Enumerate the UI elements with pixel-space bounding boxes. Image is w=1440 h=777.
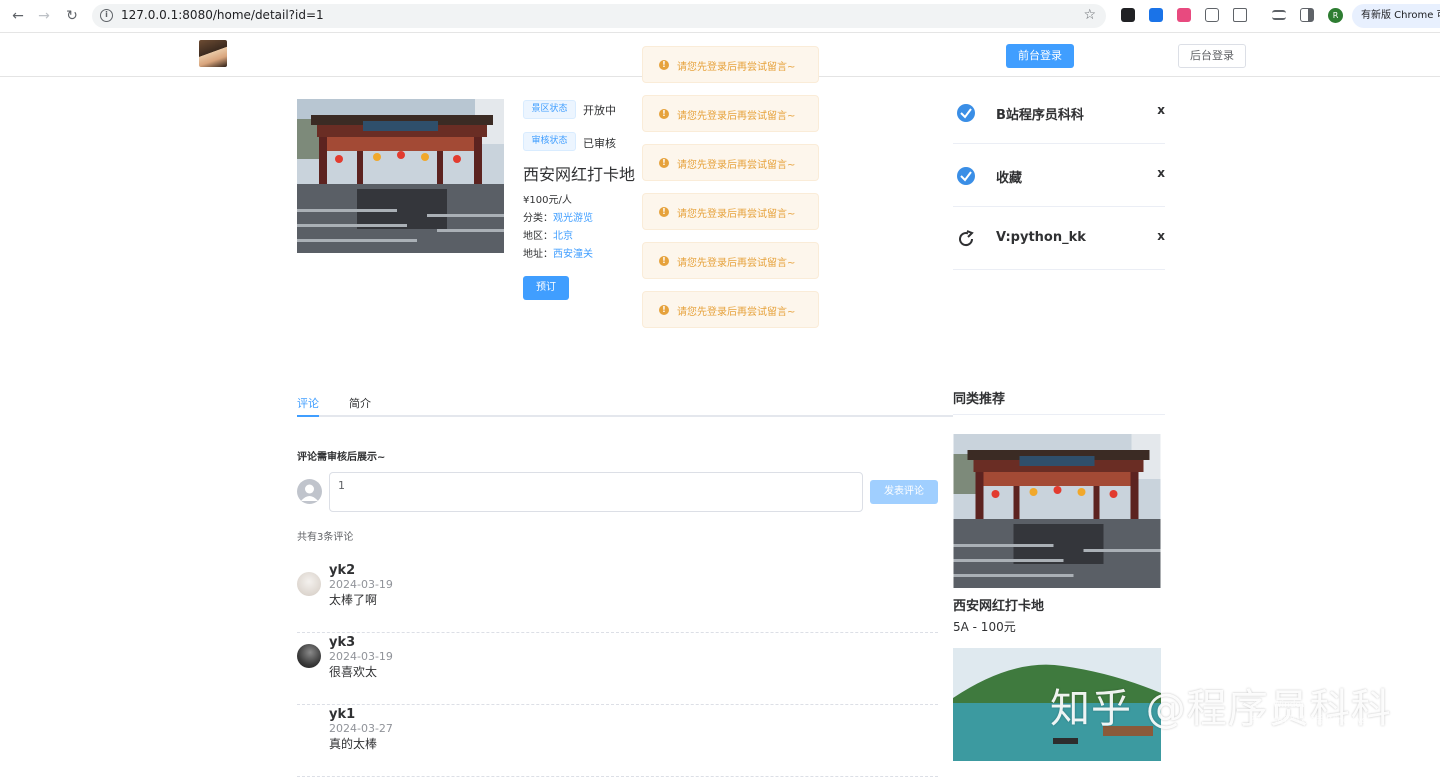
site-logo-avatar[interactable] [199,40,227,67]
front-login-button[interactable]: 前台登录 [1006,44,1074,68]
bookmark-star-icon[interactable]: ☆ [1083,7,1096,23]
category-label: 分类： [523,213,553,224]
region-value: 北京 [553,231,573,242]
toast-text: 请您先登录后再尝试留言~ [677,62,796,73]
warning-icon: ! [659,207,669,217]
windows-activate-title: 激活 Windows [1252,700,1314,710]
comment-note: 评论需审核后展示~ [297,452,386,463]
toast-text: 请您先登录后再尝试留言~ [677,258,796,269]
back-login-button[interactable]: 后台登录 [1178,44,1246,68]
toast-text: 请您先登录后再尝试留言~ [677,160,796,171]
detail-tabs: 评论 简介 [297,388,953,417]
warning-toast: ! 请您先登录后再尝试留言~ [642,95,819,132]
recommend-name[interactable]: 西安网红打卡地 [953,595,1044,614]
browser-toolbar: ← → ↻ i 127.0.0.1:8080/home/detail?id=1 … [0,0,1440,33]
right-list-item[interactable]: V:python_kk x [953,207,1165,270]
warning-icon: ! [659,158,669,168]
comment-text: 真的太棒 [329,737,378,751]
approved-icon [957,167,975,185]
scenic-spot-photo [297,99,504,253]
tab-comments[interactable]: 评论 [297,395,319,411]
warning-icon: ! [659,305,669,315]
close-icon[interactable]: x [1157,103,1165,117]
right-list-label: V:python_kk [996,230,1086,245]
extension-icon[interactable] [1177,8,1191,22]
toast-text: 请您先登录后再尝试留言~ [677,209,796,220]
category-line: 分类：观光游览 [523,209,593,224]
comment-item: yk1 2024-03-27 真的太棒 [297,705,938,777]
address-line: 地址：西安潼关 [523,245,593,260]
right-list-item[interactable]: B站程序员科科 x [953,81,1165,144]
close-icon[interactable]: x [1157,166,1165,180]
warning-toast: ! 请您先登录后再尝试留言~ [642,144,819,181]
url-text[interactable]: 127.0.0.1:8080/home/detail?id=1 [121,8,324,22]
address-label: 地址： [523,249,553,260]
refresh-icon [959,230,974,247]
warning-toast: ! 请您先登录后再尝试留言~ [642,291,819,328]
region-line: 地区：北京 [523,227,573,242]
recommend-title: 同类推荐 [953,388,1165,415]
extensions-puzzle-icon[interactable] [1233,8,1247,22]
comment-count: 共有3条评论 [297,532,354,543]
address-bar[interactable]: i 127.0.0.1:8080/home/detail?id=1 ☆ [92,4,1106,28]
audit-tag: 审核状态 [523,132,576,151]
download-extension-icon[interactable] [1149,8,1163,22]
commenter-avatar [297,644,321,668]
site-info-icon[interactable]: i [100,9,113,22]
right-list-label: B站程序员科科 [996,108,1084,123]
warning-icon: ! [659,256,669,266]
address-value: 西安潼关 [553,249,593,260]
chrome-update-button[interactable]: 有新版 Chrome 可用 [1352,4,1440,28]
user-avatar [297,479,322,504]
media-controls-icon[interactable] [1272,10,1286,20]
status-value: 开放中 [583,104,616,117]
approved-icon [957,104,975,122]
comment-item: yk3 2024-03-19 很喜欢太 [297,633,938,705]
commenter-name: yk1 [329,707,356,722]
back-arrow-icon[interactable]: ← [8,7,28,25]
warning-toast: ! 请您先登录后再尝试留言~ [642,46,819,83]
comment-item: yk2 2024-03-19 太棒了啊 [297,561,938,633]
forward-arrow-icon[interactable]: → [34,7,54,25]
comment-text: 很喜欢太 [329,665,378,679]
recommend-meta: 5A - 100元 [953,620,1016,634]
comment-date: 2024-03-19 [329,578,393,591]
comment-text: 太棒了啊 [329,593,378,607]
toast-text: 请您先登录后再尝试留言~ [677,307,796,318]
comment-date: 2024-03-27 [329,722,393,735]
toast-text: 请您先登录后再尝试留言~ [677,111,796,122]
warning-icon: ! [659,60,669,70]
recommend-photo[interactable] [953,434,1161,588]
copy-extension-icon[interactable] [1205,8,1219,22]
tab-intro[interactable]: 简介 [349,395,371,411]
windows-activate-text: 转到"设置"以激活 Windows。 [1252,716,1376,726]
book-button[interactable]: 预订 [523,276,569,300]
side-panel-icon[interactable] [1300,8,1314,22]
comment-input[interactable]: 1 [329,472,863,512]
right-list-item[interactable]: 收藏 x [953,144,1165,207]
warning-icon: ! [659,109,669,119]
category-value: 观光游览 [553,213,593,224]
comment-date: 2024-03-19 [329,650,393,663]
profile-avatar[interactable]: R [1328,8,1343,23]
region-label: 地区： [523,231,553,242]
reload-icon[interactable]: ↻ [62,7,82,25]
post-comment-button[interactable]: 发表评论 [870,480,938,504]
close-icon[interactable]: x [1157,229,1165,243]
warning-toast: ! 请您先登录后再尝试留言~ [642,193,819,230]
audit-value: 已审核 [583,137,616,150]
extension-icon[interactable] [1121,8,1135,22]
commenter-name: yk3 [329,635,356,650]
spot-name: 西安网红打卡地 [523,165,636,184]
active-tab-indicator [297,415,319,417]
right-list-label: 收藏 [996,171,1023,186]
warning-toast: ! 请您先登录后再尝试留言~ [642,242,819,279]
price-text: ¥100元/人 [523,195,572,206]
status-tag: 景区状态 [523,100,576,119]
commenter-avatar [297,572,321,596]
commenter-name: yk2 [329,563,356,578]
